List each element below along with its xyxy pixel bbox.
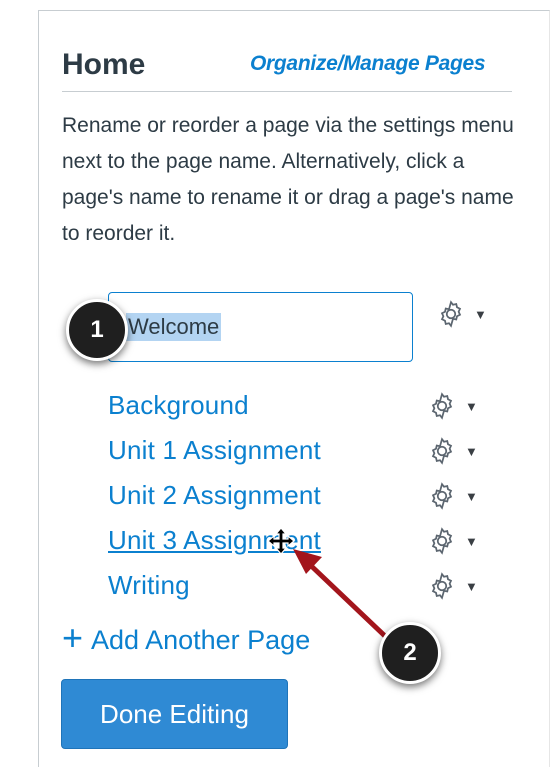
callout-step-2: 2 (379, 622, 441, 684)
callout-step-1: 1 (66, 299, 128, 361)
move-cursor-icon (267, 527, 295, 555)
annotation-arrow (293, 549, 389, 640)
annotation-overlay (267, 527, 389, 640)
